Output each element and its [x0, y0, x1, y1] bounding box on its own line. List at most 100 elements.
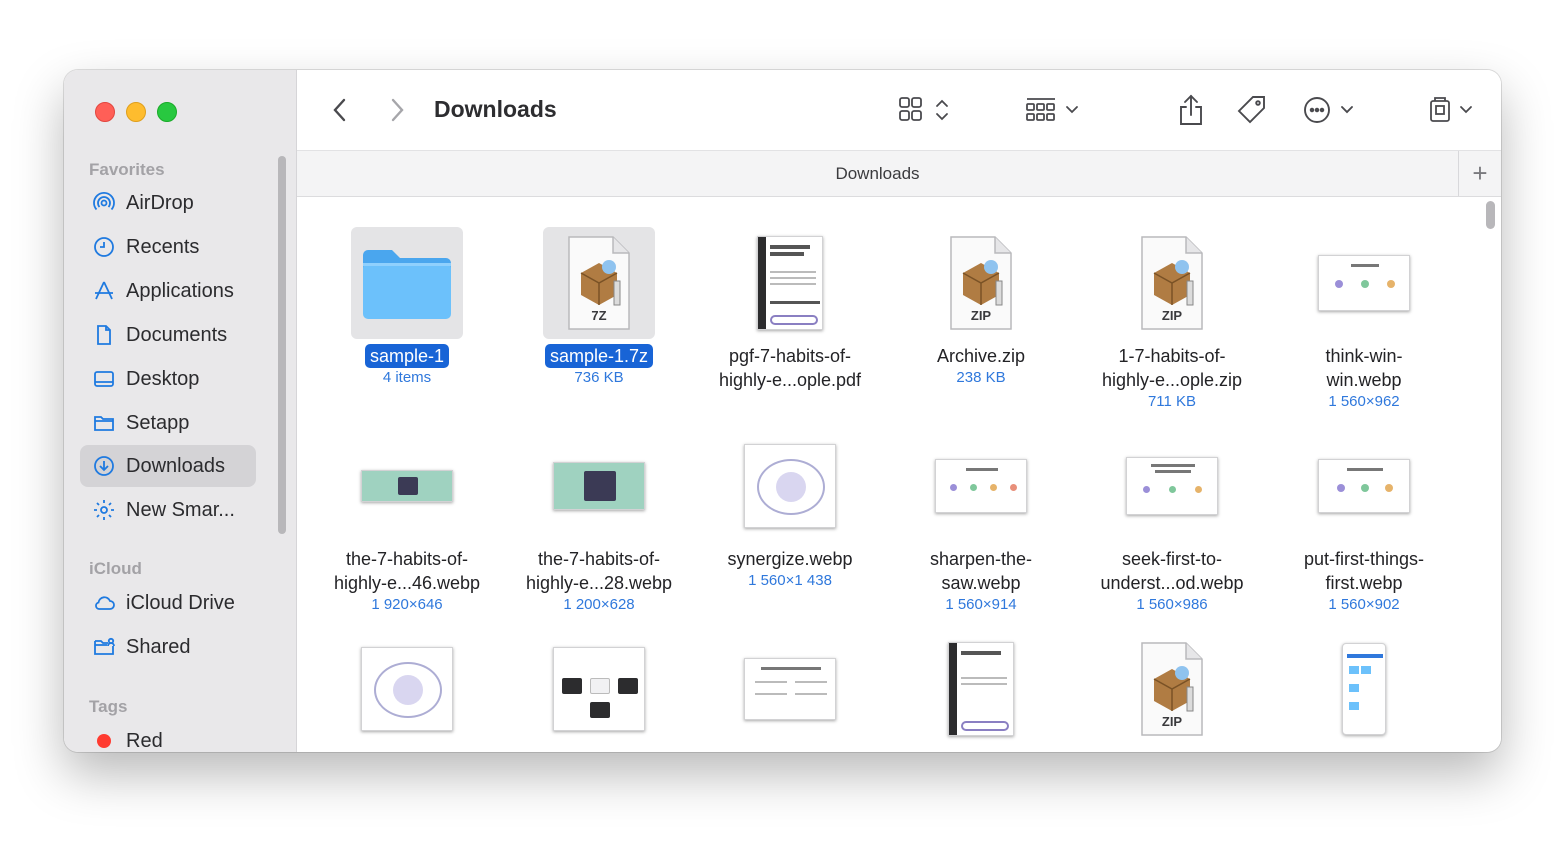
file-thumbnail — [1308, 430, 1420, 542]
file-item[interactable]: seek-first-to-underst...od.webp 1 560×98… — [1082, 430, 1262, 613]
airdrop-icon — [92, 191, 116, 215]
file-thumbnail — [925, 430, 1037, 542]
file-meta: 1 200×628 — [563, 596, 635, 613]
content-scrollbar[interactable] — [1486, 201, 1495, 229]
file-name: sample-1 — [364, 344, 450, 368]
file-item[interactable] — [317, 633, 497, 745]
file-item[interactable]: ZIP 1-7-habits-of-highly-e...ople.zip 71… — [1082, 227, 1262, 410]
file-name: seek-first-to-underst...od.webp — [1100, 549, 1244, 593]
view-mode-button[interactable] — [897, 92, 951, 128]
sidebar: Favorites AirDrop Recents Applications D… — [64, 70, 297, 752]
file-thumbnail — [734, 430, 846, 542]
pdf-preview — [757, 236, 823, 330]
forward-button[interactable] — [387, 92, 407, 128]
file-thumbnail — [351, 430, 463, 542]
file-item[interactable]: think-win-win.webp 1 560×962 — [1274, 227, 1454, 410]
file-thumbnail — [734, 227, 846, 339]
document-icon — [92, 323, 116, 347]
device-icon — [1430, 97, 1472, 122]
sidebar-item-airdrop[interactable]: AirDrop — [80, 182, 256, 224]
file-item[interactable]: synergize.webp 1 560×1 438 — [700, 430, 880, 589]
sidebar-item-shared[interactable]: Shared — [80, 626, 256, 668]
file-meta: 1 560×1 438 — [748, 572, 832, 589]
image-preview — [553, 462, 645, 510]
file-meta: 711 KB — [1147, 393, 1197, 410]
file-item[interactable]: ZIP — [1082, 633, 1262, 745]
file-name: think-win-win.webp — [1325, 346, 1403, 390]
sidebar-item-label: Recents — [126, 235, 200, 258]
file-thumbnail — [1308, 227, 1420, 339]
file-item[interactable]: 7Z sample-1.7z 736 KB — [509, 227, 689, 386]
file-item[interactable]: sharpen-the-saw.webp 1 560×914 — [891, 430, 1071, 613]
zoom-button[interactable] — [157, 102, 177, 122]
file-meta: 1 560×914 — [945, 596, 1017, 613]
file-item[interactable] — [1274, 633, 1454, 745]
file-item[interactable]: put-first-things-first.webp 1 560×902 — [1274, 430, 1454, 613]
file-thumbnail — [351, 227, 463, 339]
finder-window: Favorites AirDrop Recents Applications D… — [64, 70, 1501, 752]
group-button[interactable] — [1024, 92, 1082, 128]
file-name: pgf-7-habits-of-highly-e...ople.pdf — [718, 346, 862, 390]
back-button[interactable] — [330, 92, 350, 128]
file-meta: 1 920×646 — [371, 596, 443, 613]
window-title: Downloads — [434, 96, 557, 122]
file-item[interactable]: sample-1 4 items — [317, 227, 497, 386]
sidebar-item-desktop[interactable]: Desktop — [80, 358, 256, 400]
file-name: Archive.zip — [936, 346, 1026, 366]
image-preview — [744, 658, 836, 720]
file-item[interactable]: pgf-7-habits-of-highly-e...ople.pdf — [700, 227, 880, 392]
file-name: synergize.webp — [727, 549, 853, 569]
group-icon — [1026, 98, 1078, 121]
file-thumbnail: ZIP — [925, 227, 1037, 339]
file-thumbnail — [925, 633, 1037, 745]
device-button[interactable] — [1427, 92, 1477, 128]
sidebar-item-label: AirDrop — [126, 191, 194, 214]
file-meta: 1 560×962 — [1328, 393, 1400, 410]
image-preview — [361, 647, 453, 731]
more-actions-button[interactable] — [1302, 92, 1358, 128]
close-button[interactable] — [95, 102, 115, 122]
tab-bar: Downloads + — [297, 150, 1501, 197]
sidebar-item-applications[interactable]: Applications — [80, 270, 256, 312]
file-thumbnail — [1308, 633, 1420, 745]
file-item[interactable]: the-7-habits-of-highly-e...46.webp 1 920… — [317, 430, 497, 613]
file-name: the-7-habits-of-highly-e...28.webp — [525, 549, 673, 593]
toolbar: Downloads — [297, 70, 1501, 150]
sidebar-item-documents[interactable]: Documents — [80, 314, 256, 356]
file-item[interactable]: the-7-habits-of-highly-e...28.webp 1 200… — [509, 430, 689, 613]
red-tag-dot-icon — [92, 729, 116, 752]
file-item[interactable] — [891, 633, 1071, 745]
pdf-preview — [948, 642, 1014, 736]
sidebar-item-setapp[interactable]: Setapp — [80, 402, 256, 444]
ellipsis-icon — [1304, 97, 1353, 123]
tab-downloads[interactable]: Downloads — [297, 164, 1458, 184]
minimize-button[interactable] — [126, 102, 146, 122]
file-item[interactable]: ZIP Archive.zip 238 KB — [891, 227, 1071, 386]
sidebar-item-label: Red — [126, 729, 163, 752]
sidebar-item-label: Shared — [126, 635, 191, 658]
file-item[interactable] — [509, 633, 689, 745]
sidebar-item-new-smart-folder[interactable]: New Smar... — [80, 489, 256, 531]
sidebar-item-tag-red[interactable]: Red — [80, 720, 256, 752]
sidebar-item-downloads[interactable]: Downloads — [80, 445, 256, 487]
image-preview — [1342, 643, 1386, 735]
desktop-icon — [92, 367, 116, 391]
image-preview — [1318, 255, 1410, 311]
file-thumbnail — [734, 633, 846, 745]
tag-button[interactable] — [1236, 92, 1268, 128]
sidebar-item-icloud-drive[interactable]: iCloud Drive — [80, 582, 256, 624]
sidebar-item-label: New Smar... — [126, 498, 235, 521]
image-preview — [744, 444, 836, 528]
image-preview — [1318, 459, 1410, 513]
sidebar-item-recents[interactable]: Recents — [80, 226, 256, 268]
window-controls — [95, 102, 177, 122]
new-tab-button[interactable]: + — [1458, 151, 1501, 196]
file-name: the-7-habits-of-highly-e...46.webp — [333, 549, 481, 593]
file-thumbnail: ZIP — [1116, 227, 1228, 339]
file-item[interactable] — [700, 633, 880, 745]
gear-icon — [92, 498, 116, 522]
file-meta: 736 KB — [574, 369, 624, 386]
file-thumbnail — [351, 633, 463, 745]
sidebar-scrollbar[interactable] — [278, 156, 286, 534]
share-button[interactable] — [1177, 92, 1205, 128]
